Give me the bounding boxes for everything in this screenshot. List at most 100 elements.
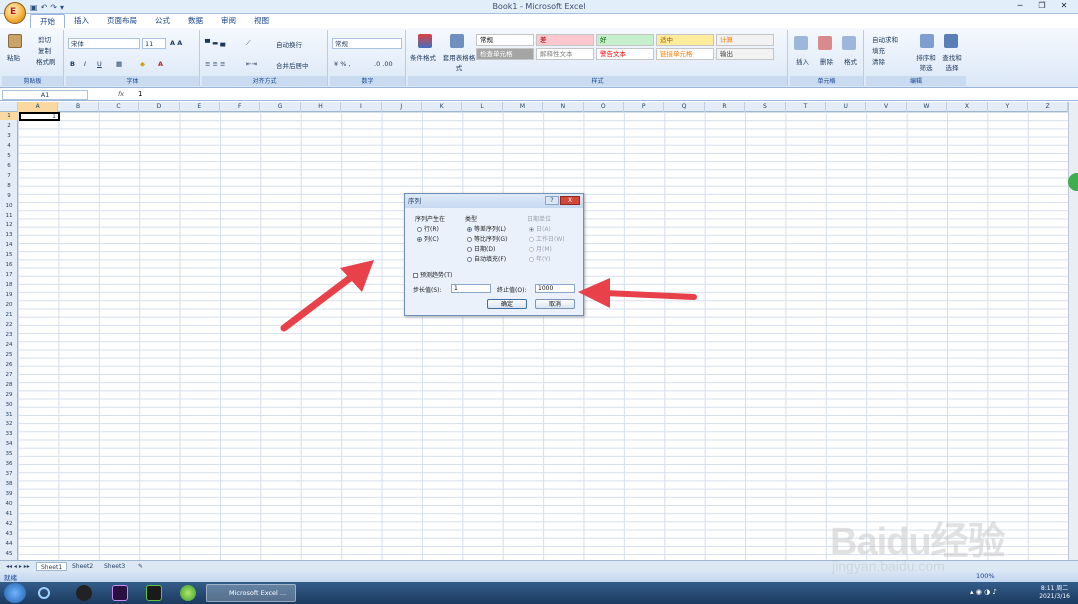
row-header-13[interactable]: 13 bbox=[0, 231, 18, 239]
row-header-23[interactable]: 23 bbox=[0, 331, 18, 339]
tab-formulas[interactable]: 公式 bbox=[146, 14, 179, 28]
search-icon[interactable] bbox=[38, 587, 50, 599]
style-cell-5[interactable]: 计算 bbox=[716, 34, 774, 46]
row-header-45[interactable]: 45 bbox=[0, 550, 18, 558]
column-header-l[interactable]: L bbox=[462, 102, 503, 112]
tab-view[interactable]: 视图 bbox=[245, 14, 278, 28]
column-header-q[interactable]: Q bbox=[664, 102, 705, 112]
row-header-24[interactable]: 24 bbox=[0, 341, 18, 349]
clear-button[interactable]: 清除 bbox=[872, 56, 885, 66]
insert-cells-icon[interactable] bbox=[794, 36, 808, 50]
clock[interactable]: 8:11 周二 2021/3/16 bbox=[1039, 585, 1070, 601]
row-header-40[interactable]: 40 bbox=[0, 500, 18, 508]
column-header-s[interactable]: S bbox=[745, 102, 786, 112]
tab-data[interactable]: 数据 bbox=[179, 14, 212, 28]
sort-filter-icon[interactable] bbox=[920, 34, 934, 48]
style-cell-8[interactable]: 警告文本 bbox=[596, 48, 654, 60]
row-header-27[interactable]: 27 bbox=[0, 371, 18, 379]
style-cell-6[interactable]: 检查单元格 bbox=[476, 48, 534, 60]
formula-input[interactable]: 1 bbox=[138, 90, 142, 98]
row-header-8[interactable]: 8 bbox=[0, 182, 18, 190]
wrap-text-button[interactable]: 自动换行 bbox=[276, 39, 302, 49]
align-left-icon[interactable]: ≡ ≡ ≡ bbox=[205, 60, 225, 68]
row-header-5[interactable]: 5 bbox=[0, 152, 18, 160]
row-header-11[interactable]: 11 bbox=[0, 212, 18, 220]
row-header-18[interactable]: 18 bbox=[0, 281, 18, 289]
start-button-icon[interactable] bbox=[4, 583, 26, 603]
table-format-icon[interactable] bbox=[450, 34, 464, 48]
column-header-d[interactable]: D bbox=[139, 102, 180, 112]
row-header-43[interactable]: 43 bbox=[0, 530, 18, 538]
bold-icon[interactable]: B bbox=[70, 60, 75, 68]
tab-insert[interactable]: 插入 bbox=[65, 14, 98, 28]
column-header-e[interactable]: E bbox=[180, 102, 220, 112]
format-painter-button[interactable]: 格式刷 bbox=[36, 56, 56, 66]
autosum-button[interactable]: 自动求和 bbox=[872, 34, 898, 44]
row-header-3[interactable]: 3 bbox=[0, 132, 18, 140]
sheet-tab-1[interactable]: Sheet1 bbox=[36, 562, 68, 571]
row-header-32[interactable]: 32 bbox=[0, 420, 18, 428]
column-header-r[interactable]: R bbox=[705, 102, 746, 112]
column-header-g[interactable]: G bbox=[260, 102, 301, 112]
paste-icon[interactable] bbox=[8, 34, 22, 48]
grow-font-icon[interactable]: A A bbox=[170, 39, 182, 47]
sort-filter-button[interactable]: 排序和筛选 bbox=[914, 52, 938, 72]
row-header-37[interactable]: 37 bbox=[0, 470, 18, 478]
close-dialog-icon[interactable]: X bbox=[560, 196, 580, 205]
row-header-15[interactable]: 15 bbox=[0, 251, 18, 259]
zoom-level[interactable]: 100% bbox=[976, 572, 995, 580]
column-header-w[interactable]: W bbox=[907, 102, 948, 112]
tab-home[interactable]: 开始 bbox=[30, 14, 65, 28]
column-header-h[interactable]: H bbox=[301, 102, 342, 112]
column-header-p[interactable]: P bbox=[624, 102, 665, 112]
conditional-format-icon[interactable] bbox=[418, 34, 432, 48]
type-linear-radio[interactable]: 等差序列(L) bbox=[467, 224, 506, 233]
column-header-t[interactable]: T bbox=[786, 102, 826, 112]
format-cells-button[interactable]: 格式 bbox=[844, 56, 857, 66]
browser-icon[interactable] bbox=[180, 585, 196, 601]
column-header-k[interactable]: K bbox=[422, 102, 463, 112]
column-header-a[interactable]: A bbox=[18, 102, 59, 112]
premiere-icon[interactable] bbox=[112, 585, 128, 601]
fx-icon[interactable]: fx bbox=[92, 90, 132, 100]
cell-a1[interactable]: 1 bbox=[19, 112, 60, 121]
restore-icon[interactable]: ❐ bbox=[1034, 1, 1050, 12]
merge-center-button[interactable]: 合并后居中 bbox=[276, 60, 309, 70]
close-icon[interactable]: ✕ bbox=[1056, 1, 1072, 12]
decimal-icon[interactable]: .0 .00 bbox=[374, 60, 393, 68]
select-all-corner[interactable] bbox=[0, 102, 18, 112]
ok-button[interactable]: 确定 bbox=[487, 299, 527, 309]
cut-button[interactable]: 剪切 bbox=[38, 34, 51, 44]
date-unit-day-radio[interactable]: 日(A) bbox=[529, 224, 551, 233]
row-header-9[interactable]: 9 bbox=[0, 192, 18, 200]
copy-button[interactable]: 复制 bbox=[38, 45, 51, 55]
column-header-z[interactable]: Z bbox=[1028, 102, 1069, 112]
table-format-button[interactable]: 套用表格格式 bbox=[442, 52, 476, 72]
row-header-31[interactable]: 31 bbox=[0, 411, 18, 419]
style-cell-9[interactable]: 链接单元格 bbox=[656, 48, 714, 60]
row-header-19[interactable]: 19 bbox=[0, 291, 18, 299]
column-header-j[interactable]: J bbox=[382, 102, 422, 112]
sheet-tab-2[interactable]: Sheet2 bbox=[68, 562, 97, 571]
column-header-b[interactable]: B bbox=[58, 102, 99, 112]
row-header-20[interactable]: 20 bbox=[0, 301, 18, 309]
sheet-nav-icon[interactable]: ◂◂ ◂ ▸ ▸▸ bbox=[2, 562, 34, 571]
row-header-28[interactable]: 28 bbox=[0, 381, 18, 389]
row-header-2[interactable]: 2 bbox=[0, 122, 18, 130]
underline-icon[interactable]: U bbox=[97, 60, 102, 68]
style-cell-4[interactable]: 适中 bbox=[656, 34, 714, 46]
row-header-29[interactable]: 29 bbox=[0, 391, 18, 399]
row-header-12[interactable]: 12 bbox=[0, 221, 18, 229]
row-header-6[interactable]: 6 bbox=[0, 162, 18, 170]
series-in-rows-radio[interactable]: 行(R) bbox=[417, 224, 439, 233]
delete-cells-icon[interactable] bbox=[818, 36, 832, 50]
number-format-select[interactable]: 常规 bbox=[332, 38, 402, 49]
row-header-25[interactable]: 25 bbox=[0, 351, 18, 359]
date-unit-month-radio[interactable]: 月(M) bbox=[529, 244, 552, 253]
font-color-icon[interactable]: A bbox=[158, 60, 163, 68]
column-header-o[interactable]: O bbox=[584, 102, 624, 112]
delete-cells-button[interactable]: 删除 bbox=[820, 56, 833, 66]
row-header-38[interactable]: 38 bbox=[0, 480, 18, 488]
row-header-26[interactable]: 26 bbox=[0, 361, 18, 369]
iqiyi-icon[interactable] bbox=[146, 585, 162, 601]
